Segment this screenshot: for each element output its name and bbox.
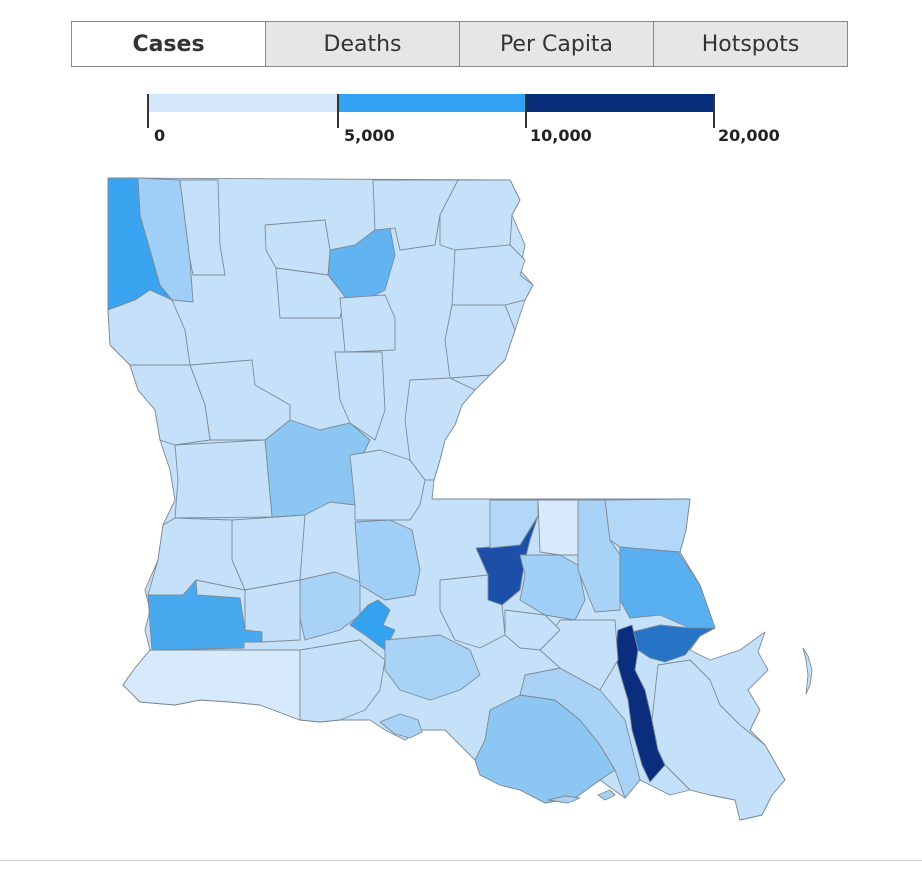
timbalier-island [597, 789, 616, 801]
parish-map-svg [107, 177, 813, 821]
legend-label-1: 5,000 [344, 126, 395, 145]
parish-st-tammany [619, 546, 716, 629]
parish-east-carroll [439, 179, 521, 253]
parish-vernon [174, 439, 273, 519]
legend-label-0: 0 [154, 126, 166, 145]
legend-swatch-mid [338, 94, 526, 112]
color-legend: 0 5,000 10,000 20,000 [0, 0, 922, 160]
parish-st-helena [537, 499, 579, 556]
legend-label-2: 10,000 [530, 126, 592, 145]
parish-st-landry [354, 519, 421, 601]
legend-swatch-high [526, 94, 714, 112]
parish-caldwell [339, 294, 396, 353]
parish-cameron [122, 649, 301, 721]
parish-allen [231, 514, 306, 591]
parish-washington [604, 498, 691, 553]
legend-label-3: 20,000 [718, 126, 780, 145]
louisiana-map [0, 160, 922, 864]
legend-swatch-low [148, 94, 338, 112]
parish-concordia [404, 377, 476, 481]
parish-tensas [444, 304, 516, 379]
bottom-divider [0, 860, 922, 861]
chandeleur-islands [802, 647, 813, 695]
legend-bar [147, 94, 715, 128]
